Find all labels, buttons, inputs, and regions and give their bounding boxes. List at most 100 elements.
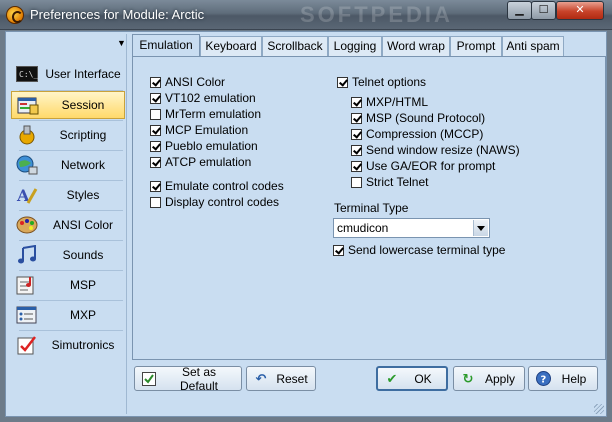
palette-icon (15, 214, 39, 236)
app-icon[interactable] (6, 6, 24, 24)
reset-button[interactable]: ↶ Reset (246, 366, 316, 391)
network-icon (15, 154, 39, 176)
scripting-icon (15, 124, 39, 146)
strict-telnet-checkbox[interactable]: Strict Telnet (351, 174, 428, 190)
sidebar-item-styles[interactable]: A Styles (11, 181, 125, 209)
checkbox-box[interactable] (150, 196, 161, 208)
help-button[interactable]: ? Help (528, 366, 598, 391)
sidebar-item-msp[interactable]: MSP (11, 271, 125, 299)
ansi-color-checkbox[interactable]: ANSI Color (150, 74, 225, 90)
sidebar-item-simutronics[interactable]: Simutronics (11, 331, 125, 359)
resize-grip[interactable] (594, 404, 604, 414)
vt102-emulation-checkbox[interactable]: VT102 emulation (150, 90, 256, 106)
apply-button[interactable]: ↻ Apply (453, 366, 525, 391)
maximize-icon: ☐ (538, 4, 549, 16)
apply-arrow-icon: ↻ (462, 370, 474, 386)
checkbox-box[interactable] (351, 160, 362, 172)
checkbox-box[interactable] (150, 124, 161, 136)
display-control-codes-checkbox[interactable]: Display control codes (150, 194, 279, 210)
checkbox-box[interactable] (351, 144, 362, 156)
checkbox-box[interactable] (150, 140, 161, 152)
mxp-html-checkbox[interactable]: MXP/HTML (351, 94, 428, 110)
tab-logging[interactable]: Logging (328, 36, 382, 56)
sidebar-item-label: MSP (69, 278, 96, 292)
tab-strip: Emulation Keyboard Scrollback Logging Wo… (132, 34, 606, 57)
tab-anti-spam[interactable]: Anti spam (502, 36, 564, 56)
sidebar-item-sounds[interactable]: Sounds (11, 241, 125, 269)
sidebar-item-label: Session (61, 98, 105, 112)
window-frame: ▼ C:\_ User Interface Session Scripting … (0, 30, 612, 422)
checkbox-box[interactable] (150, 108, 161, 120)
send-window-resize-checkbox[interactable]: Send window resize (NAWS) (351, 142, 520, 158)
sidebar-item-network[interactable]: Network (11, 151, 125, 179)
minimize-icon: ▁ (515, 4, 524, 16)
sidebar-item-label: Network (60, 158, 105, 172)
window-title: Preferences for Module: Arctic (30, 7, 205, 22)
checkbox-box[interactable] (351, 112, 362, 124)
checkmark-icon: ✔ (386, 370, 398, 386)
tab-word-wrap[interactable]: Word wrap (382, 36, 450, 56)
session-icon (16, 95, 40, 117)
window-client: ▼ C:\_ User Interface Session Scripting … (5, 31, 607, 417)
compression-mccp-checkbox[interactable]: Compression (MCCP) (351, 126, 483, 142)
checkbox-box[interactable] (150, 92, 161, 104)
music-icon (15, 244, 39, 266)
terminal-type-label: Terminal Type (334, 201, 409, 215)
sidebar-item-user-interface[interactable]: C:\_ User Interface (11, 60, 125, 88)
send-lowercase-checkbox[interactable]: Send lowercase terminal type (333, 242, 505, 258)
tab-prompt[interactable]: Prompt (450, 36, 502, 56)
title-bar[interactable]: Preferences for Module: Arctic SOFTPEDIA… (0, 0, 612, 30)
styles-icon: A (15, 184, 39, 206)
tab-keyboard[interactable]: Keyboard (200, 36, 262, 56)
checkbox-box[interactable] (333, 244, 344, 256)
mrterm-emulation-checkbox[interactable]: MrTerm emulation (150, 106, 261, 122)
help-icon: ? (535, 371, 551, 387)
sidebar-item-label: User Interface (45, 67, 121, 81)
msp-icon (15, 274, 39, 296)
mcp-emulation-checkbox[interactable]: MCP Emulation (150, 122, 248, 138)
close-icon: ✕ (575, 4, 585, 16)
set-as-default-button[interactable]: Set as Default (134, 365, 242, 393)
sidebar-item-mxp[interactable]: MXP (11, 301, 125, 329)
minimize-button[interactable]: ▁ (507, 1, 532, 20)
maximize-button[interactable]: ☐ (531, 1, 556, 20)
atcp-emulation-checkbox[interactable]: ATCP emulation (150, 154, 251, 170)
sidebar-item-label: MXP (69, 308, 96, 322)
close-button[interactable]: ✕ (556, 1, 604, 20)
sidebar-item-label: Sounds (62, 248, 104, 262)
sidebar-item-session[interactable]: Session (11, 91, 125, 119)
telnet-options-checkbox[interactable]: Telnet options (337, 74, 426, 90)
watermark: SOFTPEDIA (300, 2, 453, 27)
sidebar-item-label: ANSI Color (52, 218, 114, 232)
undo-icon: ↶ (255, 370, 267, 386)
msp-sound-protocol-checkbox[interactable]: MSP (Sound Protocol) (351, 110, 485, 126)
pueblo-emulation-checkbox[interactable]: Pueblo emulation (150, 138, 258, 154)
emulation-panel: ANSI Color VT102 emulation MrTerm emulat… (132, 56, 606, 360)
svg-text:?: ? (540, 375, 546, 386)
svg-text:C:\_: C:\_ (19, 70, 38, 79)
sidebar-item-label: Scripting (59, 128, 107, 142)
checkbox-box[interactable] (150, 156, 161, 168)
checkbox-box[interactable] (150, 76, 161, 88)
tab-scrollback[interactable]: Scrollback (262, 36, 328, 56)
sidebar-item-scripting[interactable]: Scripting (11, 121, 125, 149)
ok-button[interactable]: ✔ OK (376, 366, 448, 391)
terminal-icon: C:\_ (15, 63, 39, 85)
sidebar-menu-arrow-icon[interactable]: ▼ (117, 38, 126, 48)
checkbox-box[interactable] (351, 176, 362, 188)
chevron-down-icon[interactable] (473, 220, 488, 236)
checkbox-box[interactable] (351, 96, 362, 108)
checkbox-box[interactable] (351, 128, 362, 140)
sidebar-item-label: Styles (66, 188, 100, 202)
emulate-control-codes-checkbox[interactable]: Emulate control codes (150, 178, 284, 194)
tab-emulation[interactable]: Emulation (132, 34, 200, 57)
sidebar-item-ansi-color[interactable]: ANSI Color (11, 211, 125, 239)
use-ga-eor-checkbox[interactable]: Use GA/EOR for prompt (351, 158, 495, 174)
checkbox-box[interactable] (337, 76, 348, 88)
checklist-icon (15, 334, 39, 356)
checkbox-box[interactable] (150, 180, 161, 192)
terminal-type-select[interactable]: cmudicon (333, 218, 490, 238)
checkbox-check-icon (141, 371, 157, 387)
sidebar-item-label: Simutronics (51, 338, 115, 352)
mxp-icon (15, 304, 39, 326)
